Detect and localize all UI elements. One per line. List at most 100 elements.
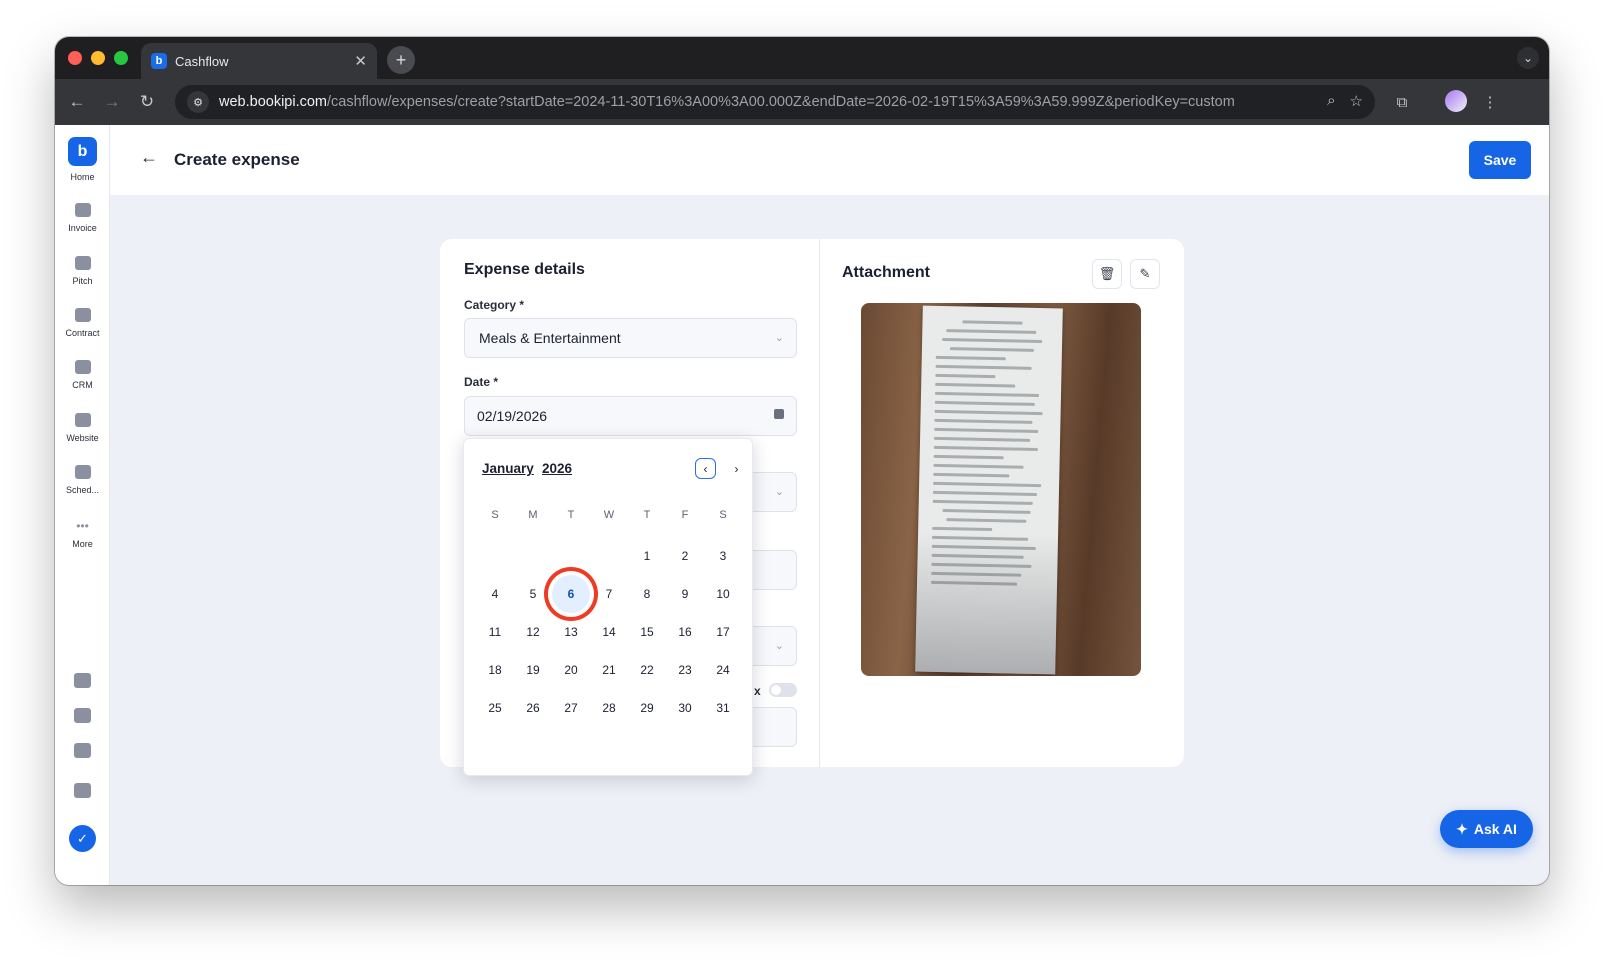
support-chat-icon[interactable] [74,783,91,798]
sidebar-item-website[interactable]: Website [55,413,110,443]
sidebar-item-home[interactable]: b Home [55,137,110,182]
sidebar-item-invoice[interactable]: Invoice [55,203,110,233]
sidebar-item-label: Contract [65,328,100,338]
calendar-day[interactable]: 16 [666,613,704,651]
edit-attachment-button[interactable]: ✎ [1130,259,1160,289]
omnibox-actions: ⌕ ☆ [1327,92,1363,110]
sidebar-item-schedule[interactable]: Sched... [55,465,110,495]
calendar-day[interactable]: 24 [704,651,742,689]
calendar-day[interactable]: 12 [514,613,552,651]
calendar-day[interactable]: 30 [666,689,704,727]
delete-attachment-button[interactable]: 🗑 [1092,259,1122,289]
calendar-day[interactable]: 22 [628,651,666,689]
date-field[interactable]: 02/19/2026 [464,396,797,436]
receipt-image[interactable] [861,303,1141,676]
sidebar-item-contract[interactable]: Contract [55,308,110,338]
zoom-icon[interactable]: ⌕ [1327,92,1335,110]
calendar-day[interactable]: 3 [704,537,742,575]
site-settings-icon[interactable]: ⚙ [187,91,209,113]
calendar-day[interactable]: 4 [476,575,514,613]
maximize-window-button[interactable] [114,51,128,65]
gift-icon[interactable] [74,743,91,758]
calendar-day[interactable]: 18 [476,651,514,689]
calendar-day[interactable]: 21 [590,651,628,689]
calendar-day[interactable]: 14 [590,613,628,651]
calendar-day[interactable]: 15 [628,613,666,651]
account-badge-icon[interactable]: ✓ [69,825,96,852]
tab-strip: b Cashflow ✕ + ⌄ [55,37,1549,79]
contract-icon [74,308,91,322]
previous-month-button[interactable]: ‹ [695,458,716,479]
tax-toggle-label: x [754,684,761,698]
sidebar-item-crm[interactable]: CRM [55,360,110,390]
weekday-label: S [719,509,727,521]
calendar-month-select[interactable]: January [482,461,534,476]
sidebar-item-more[interactable]: ••• More [55,519,110,549]
bookipi-logo-icon: b [68,137,97,166]
weekday-label: T [643,509,651,521]
calendar-day[interactable]: 27 [552,689,590,727]
attachment-title: Attachment [842,264,931,281]
close-tab-icon[interactable]: ✕ [354,52,367,70]
next-month-button[interactable]: › [726,458,747,479]
ask-ai-button[interactable]: ✦ Ask AI [1440,810,1533,848]
tab-search-chevron-icon[interactable]: ⌄ [1517,47,1539,69]
back-nav-icon[interactable]: ← [65,90,89,114]
calendar-day[interactable]: 29 [628,689,666,727]
calendar-day[interactable]: 7 [590,575,628,613]
calendar-day[interactable]: 26 [514,689,552,727]
calendar-day[interactable]: 23 [666,651,704,689]
calendar-day-selected[interactable]: 6 [552,575,590,613]
cashflow-stack-icon[interactable] [74,708,91,723]
profile-avatar[interactable] [1445,90,1467,112]
weekday-label: F [681,509,689,521]
date-value: 02/19/2026 [477,408,548,424]
back-arrow-icon[interactable]: ← [140,147,158,168]
calendar-day[interactable]: 19 [514,651,552,689]
sidebar-item-label: Invoice [68,223,97,233]
sidebar-item-label: CRM [72,380,93,390]
save-button[interactable]: Save [1469,141,1531,179]
calendar-day[interactable]: 28 [590,689,628,727]
calendar-day[interactable]: 9 [666,575,704,613]
calendar-day[interactable]: 10 [704,575,742,613]
sidebar-item-pitch[interactable]: Pitch [55,256,110,286]
app-area: b Home Invoice Pitch Contract CRM Websit… [55,125,1549,885]
website-icon [74,413,91,427]
calendar-day[interactable]: 2 [666,537,704,575]
receipt-paper [915,305,1063,675]
calendar-year-select[interactable]: 2026 [542,461,572,476]
minimize-window-button[interactable] [91,51,105,65]
tab-title: Cashflow [175,53,229,69]
bookmark-star-icon[interactable]: ☆ [1350,92,1363,110]
forward-nav-icon[interactable]: → [100,90,124,114]
close-window-button[interactable] [68,51,82,65]
calendar-day[interactable]: 8 [628,575,666,613]
invoice-icon [74,203,91,217]
category-select[interactable]: Meals & Entertainment ⌄ [464,318,797,358]
page-header: ← Create expense Save [110,125,1549,195]
date-picker-popup: January 2026 ‹ › SMTWTFS 1 2 3 4 5 6 7 8 9 10 11 12… [463,438,753,776]
sidebar-item-label: Pitch [72,276,93,286]
calendar-day[interactable]: 25 [476,689,514,727]
browser-tab-cashflow[interactable]: b Cashflow ✕ [141,43,377,79]
weekday-label: M [528,509,538,521]
calendar-day[interactable]: 5 [514,575,552,613]
weekday-label: S [491,509,499,521]
calendar-icon [774,409,784,419]
extensions-icon[interactable]: ⧉ [1391,91,1413,113]
reload-icon[interactable]: ↻ [135,90,159,114]
date-label: Date * [464,375,499,389]
calendar-day[interactable]: 20 [552,651,590,689]
calendar-day[interactable]: 1 [628,537,666,575]
reports-chart-icon[interactable] [74,673,91,688]
schedule-icon [74,465,91,479]
tax-toggle[interactable] [769,683,797,697]
calendar-day[interactable]: 31 [704,689,742,727]
address-bar[interactable]: ⚙ web.bookipi.com/cashflow/expenses/crea… [175,85,1375,119]
calendar-day[interactable]: 17 [704,613,742,651]
new-tab-button[interactable]: + [387,46,415,74]
calendar-day[interactable]: 13 [552,613,590,651]
calendar-day[interactable]: 11 [476,613,514,651]
browser-menu-icon[interactable]: ⋮ [1479,91,1501,113]
